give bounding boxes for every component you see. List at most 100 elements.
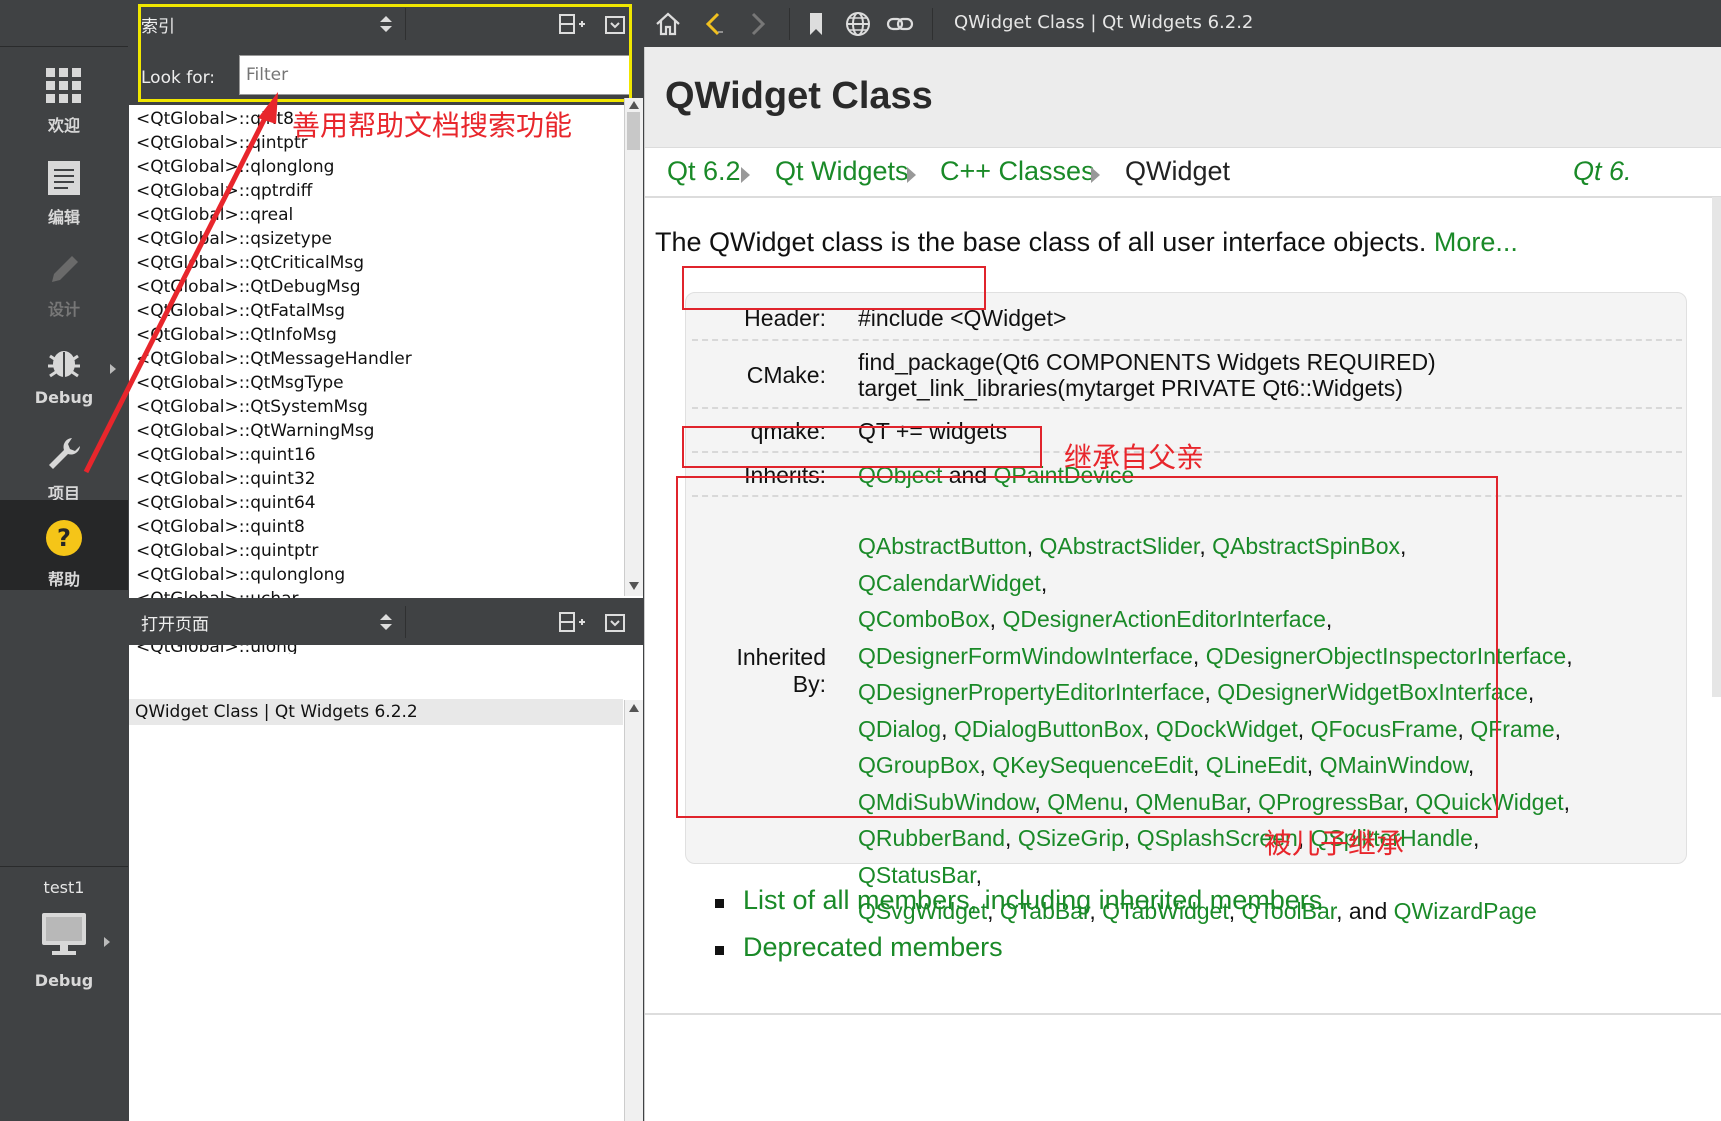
index-item[interactable]: <QtGlobal>::QtFatalMsg — [129, 299, 623, 323]
all-members-link[interactable]: List of all members, including inherited… — [743, 885, 1322, 916]
index-item[interactable]: <QtGlobal>::quint16 — [129, 443, 623, 467]
index-item[interactable]: <QtGlobal>::quint8 — [129, 515, 623, 539]
help-toolbar: QWidget Class | Qt Widgets 6.2.2 — [644, 0, 1721, 47]
inherited-by-link[interactable]: QDialogButtonBox — [954, 716, 1143, 742]
open-pages-selector[interactable]: 打开页面 — [141, 610, 209, 635]
inherited-by-link[interactable]: QDialog — [858, 716, 941, 742]
grid-icon — [46, 68, 81, 103]
inherited-by-link[interactable]: QAbstractSlider — [1040, 533, 1200, 559]
index-list[interactable]: <QtGlobal>::qint8 <QtGlobal>::qintptr <QtG… — [129, 107, 623, 654]
open-pages-list[interactable]: QWidget Class | Qt Widgets 6.2.2 — [129, 699, 623, 725]
inherited-by-link[interactable]: QMenu — [1047, 789, 1122, 815]
build-config-label: Debug — [34, 971, 94, 990]
inherited-by-link[interactable]: QDesignerActionEditorInterface — [1002, 606, 1325, 632]
kit-selector[interactable]: Debug — [0, 905, 128, 995]
monitor-icon — [42, 913, 86, 955]
inherited-by-link[interactable]: QAbstractSpinBox — [1212, 533, 1400, 559]
close-pane-icon[interactable] — [605, 16, 625, 34]
mode-edit[interactable]: 编辑 — [0, 150, 128, 246]
inherited-by-link[interactable]: QDesignerObjectInspectorInterface — [1206, 643, 1567, 669]
inherited-by-link[interactable]: QGroupBox — [858, 752, 979, 778]
index-item[interactable]: <QtGlobal>::QtCriticalMsg — [129, 251, 623, 275]
inherited-by-link[interactable]: QSizeGrip — [1018, 825, 1124, 851]
version-link[interactable]: Qt 6. — [1573, 156, 1632, 187]
cmake-line1: find_package(Qt6 COMPONENTS Widgets REQU… — [858, 349, 1436, 375]
index-item[interactable]: <QtGlobal>::qsizetype — [129, 227, 623, 251]
qmake-value: QT += widgets — [858, 418, 1008, 444]
inherited-by-link[interactable]: QDesignerWidgetBoxInterface — [1217, 679, 1528, 705]
header-label: Header: — [744, 305, 826, 331]
document-icon — [48, 161, 80, 195]
inherited-by-link[interactable]: QFocusFrame — [1311, 716, 1458, 742]
split-icon[interactable] — [559, 612, 585, 632]
inherited-by-link[interactable]: QCalendarWidget — [858, 570, 1041, 596]
inherited-by-link[interactable]: QMenuBar — [1135, 789, 1245, 815]
open-pages-scrollbar[interactable] — [624, 700, 643, 1121]
home-icon[interactable] — [654, 10, 682, 38]
link-icon[interactable] — [886, 10, 914, 38]
index-item[interactable]: <QtGlobal>::qreal — [129, 203, 623, 227]
inherited-by-link[interactable]: QWizardPage — [1394, 898, 1537, 924]
inherited-by-link[interactable]: QDesignerPropertyEditorInterface — [858, 679, 1204, 705]
index-item[interactable]: <QtGlobal>::QtSystemMsg — [129, 395, 623, 419]
index-item[interactable]: <QtGlobal>::quint64 — [129, 491, 623, 515]
open-page-item[interactable]: QWidget Class | Qt Widgets 6.2.2 — [129, 699, 623, 725]
filter-input[interactable] — [239, 55, 632, 95]
mode-debug[interactable]: Debug — [0, 334, 128, 430]
inherited-by-link[interactable]: QMainWindow — [1320, 752, 1468, 778]
back-icon[interactable] — [700, 10, 728, 38]
header-value: #include <QWidget> — [858, 305, 1067, 331]
wrench-icon — [49, 438, 80, 469]
qmake-label: qmake: — [750, 418, 826, 444]
close-pane-icon[interactable] — [605, 614, 625, 632]
index-item[interactable]: <QtGlobal>::qulonglong — [129, 563, 623, 587]
index-item[interactable]: <QtGlobal>::QtMsgType — [129, 371, 623, 395]
inherited-by-link[interactable]: QAbstractButton — [858, 533, 1027, 559]
project-name: test1 — [43, 878, 85, 897]
index-item[interactable]: <QtGlobal>::QtInfoMsg — [129, 323, 623, 347]
inherited-by-link[interactable]: QDockWidget — [1156, 716, 1298, 742]
inherited-by-link[interactable]: QComboBox — [858, 606, 990, 632]
index-item[interactable]: <QtGlobal>::quintptr — [129, 539, 623, 563]
inherited-by-link[interactable]: QQuickWidget — [1415, 789, 1563, 815]
mode-design[interactable]: 设计 — [0, 242, 128, 338]
inherited-by-and: and — [1348, 898, 1388, 924]
breadcrumb-item[interactable]: C++ Classes — [940, 156, 1095, 187]
inherited-by-link[interactable]: QDesignerFormWindowInterface — [858, 643, 1193, 669]
inherited-by-link[interactable]: QLineEdit — [1206, 752, 1307, 778]
globe-icon[interactable] — [844, 10, 872, 38]
index-item[interactable]: <QtGlobal>::QtMessageHandler — [129, 347, 623, 371]
inherits-label: Inherits: — [744, 462, 826, 488]
pane-selector[interactable]: 索引 — [141, 12, 175, 37]
index-item[interactable]: <QtGlobal>::qlonglong — [129, 155, 623, 179]
content-scrollbar[interactable] — [1712, 197, 1721, 697]
mode-help[interactable]: ? 帮助 — [0, 500, 128, 590]
inherited-by-link[interactable]: QKeySequenceEdit — [992, 752, 1193, 778]
index-item[interactable]: <QtGlobal>::QtWarningMsg — [129, 419, 623, 443]
breadcrumb-item[interactable]: Qt Widgets — [775, 156, 909, 187]
inherits-link[interactable]: QObject — [858, 462, 942, 488]
inherited-by-link[interactable]: QProgressBar — [1258, 789, 1402, 815]
forward-icon[interactable] — [744, 10, 772, 38]
breadcrumb-item[interactable]: Qt 6.2 — [667, 156, 741, 187]
inherited-by-link[interactable]: QFrame — [1470, 716, 1554, 742]
index-scrollbar[interactable] — [624, 98, 643, 596]
index-item[interactable]: <QtGlobal>::quint32 — [129, 467, 623, 491]
updown-icon[interactable] — [379, 612, 393, 632]
mode-debug-label: Debug — [34, 388, 94, 407]
inherited-by-label: Inherited By: — [686, 644, 826, 698]
bookmark-icon[interactable] — [802, 10, 830, 38]
index-item[interactable]: <QtGlobal>::QtDebugMsg — [129, 275, 623, 299]
split-icon[interactable] — [559, 14, 585, 34]
updown-icon[interactable] — [379, 14, 393, 34]
inherited-by-label-line1: Inherited — [736, 644, 826, 670]
deprecated-members-link[interactable]: Deprecated members — [743, 932, 1003, 963]
inherited-by-label-line2: By: — [792, 671, 826, 697]
bug-icon — [48, 351, 80, 378]
inherited-by-link[interactable]: QRubberBand — [858, 825, 1005, 851]
more-link[interactable]: More... — [1434, 227, 1518, 257]
inherited-by-link[interactable]: QStatusBar — [858, 862, 976, 888]
inherited-by-link[interactable]: QMdiSubWindow — [858, 789, 1034, 815]
mode-welcome[interactable]: 欢迎 — [0, 58, 128, 154]
index-item[interactable]: <QtGlobal>::qptrdiff — [129, 179, 623, 203]
